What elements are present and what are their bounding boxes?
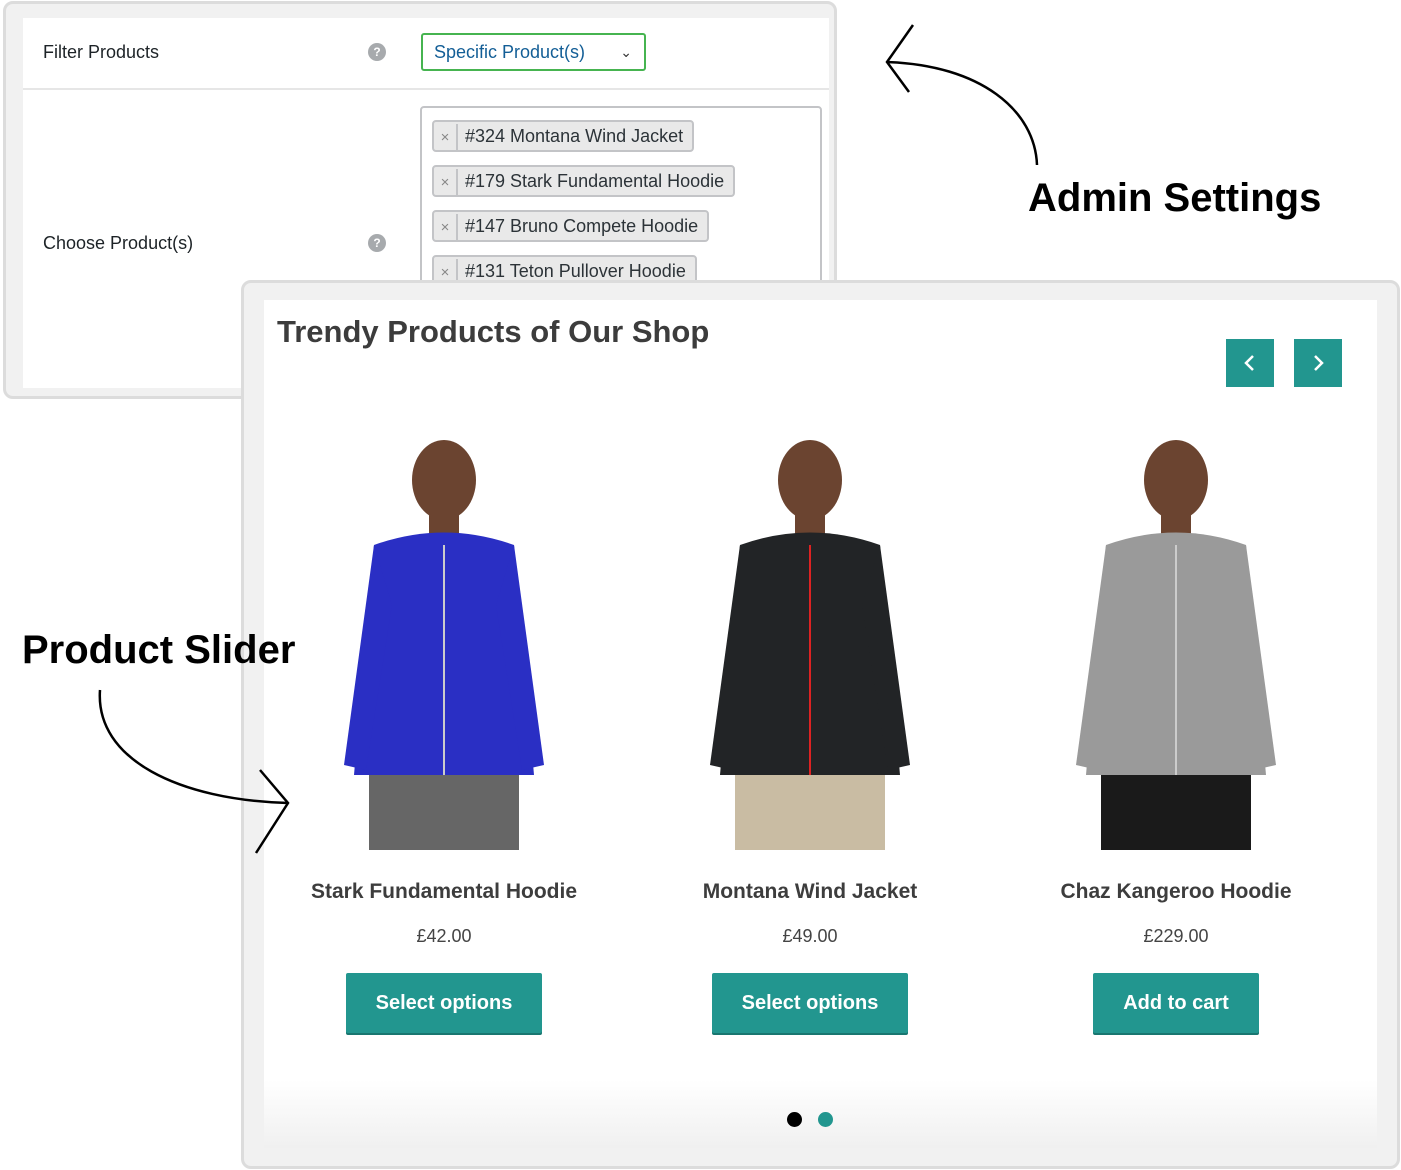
arrow-admin: [886, 60, 1039, 166]
product-slider-annotation: Product Slider: [22, 628, 296, 672]
arrowhead-admin: [885, 24, 915, 93]
arrow-slider: [98, 689, 289, 805]
admin-settings-annotation: Admin Settings: [1028, 176, 1322, 220]
arrowhead-slider: [254, 769, 290, 854]
